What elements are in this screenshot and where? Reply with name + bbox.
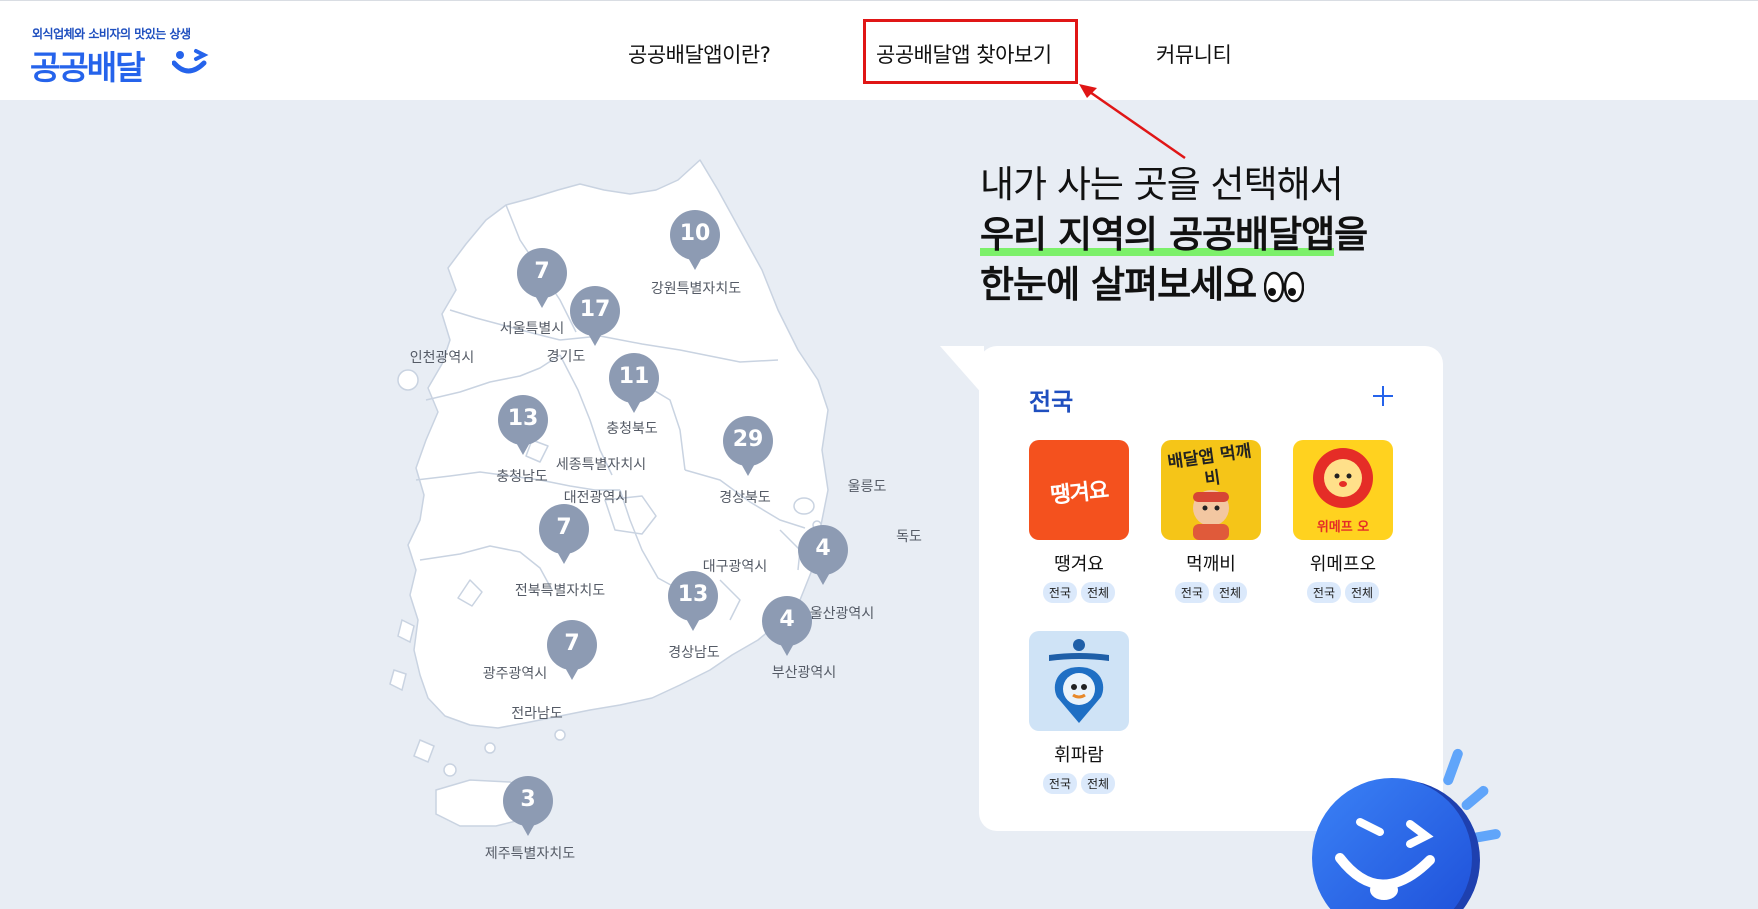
label-jeonnam[interactable]: 전라남도 <box>511 703 563 723</box>
app-tags: 전국 전체 <box>1156 582 1266 603</box>
pin-count: 29 <box>732 427 764 452</box>
headline-line-2: 우리 지역의 공공배달앱을 <box>980 210 1368 260</box>
pin-gwangju[interactable]: 7 <box>546 620 598 682</box>
pin-chungnam[interactable]: 13 <box>497 395 549 457</box>
label-gyeonggi[interactable]: 경기도 <box>547 346 586 366</box>
pin-count: 7 <box>534 259 550 284</box>
app-item-ddangyo[interactable]: 땡겨요 땡겨요 전국 전체 <box>1024 440 1134 603</box>
headline-line-2-suffix: 을 <box>1334 213 1368 256</box>
pin-jeju[interactable]: 3 <box>502 776 554 838</box>
app-name: 먹깨비 <box>1186 554 1236 575</box>
pin-busan[interactable]: 4 <box>761 596 813 658</box>
tag-category: 전체 <box>1345 582 1380 603</box>
plus-icon[interactable] <box>1371 384 1395 408</box>
hwiparam-logo-icon <box>1029 631 1129 731</box>
app-item-hwiparam[interactable]: 휘파람 전국 전체 <box>1024 631 1134 794</box>
headline-line-3-text: 한눈에 살펴보세요 <box>980 263 1257 306</box>
wemepo-logo-icon: 위메프 오 <box>1293 440 1393 540</box>
pin-gyeonggi[interactable]: 17 <box>569 286 621 348</box>
pin-ulsan[interactable]: 4 <box>797 525 849 587</box>
label-chungbuk[interactable]: 충청북도 <box>606 418 658 438</box>
pin-count: 7 <box>564 631 580 656</box>
pin-chungbuk[interactable]: 11 <box>608 353 660 415</box>
label-chungnam[interactable]: 충청남도 <box>496 466 548 486</box>
logo-tagline: 외식업체와 소비자의 맛있는 상생 <box>32 27 191 41</box>
tag-region: 전국 <box>1306 582 1341 603</box>
label-ulleungdo[interactable]: 울릉도 <box>848 476 887 496</box>
smile-icon <box>172 49 209 74</box>
label-dokdo[interactable]: 독도 <box>896 526 922 546</box>
tag-category: 전체 <box>1081 773 1116 794</box>
korea-map: 강원특별자치도 서울특별시 경기도 인천광역시 충청북도 충청남도 세종특별자치… <box>380 150 940 890</box>
pin-count: 3 <box>520 787 536 812</box>
app-tags: 전국 전체 <box>1024 773 1134 794</box>
headline: 내가 사는 곳을 선택해서 우리 지역의 공공배달앱을 한눈에 살펴보세요 <box>980 160 1368 310</box>
tag-region: 전국 <box>1042 582 1077 603</box>
headline-line-1: 내가 사는 곳을 선택해서 <box>980 163 1344 206</box>
pin-count: 13 <box>507 406 539 431</box>
label-sejong[interactable]: 세종특별자치시 <box>556 454 646 474</box>
label-seoul[interactable]: 서울특별시 <box>500 318 564 338</box>
pin-count: 7 <box>556 515 572 540</box>
pin-count: 10 <box>679 221 711 246</box>
logo-name: 공공배달 <box>30 48 145 87</box>
headline-line-3: 한눈에 살펴보세요 <box>980 260 1367 310</box>
card-title: 전국 <box>1029 388 1074 416</box>
app-tags: 전국 전체 <box>1024 582 1134 603</box>
label-jeju[interactable]: 제주특별자치도 <box>485 843 575 863</box>
app-item-wemepo[interactable]: 위메프 오 위메프오 전국 전체 <box>1288 440 1398 603</box>
pin-jeonbuk[interactable]: 7 <box>538 504 590 566</box>
ddangyo-logo-icon: 땡겨요 <box>1029 440 1129 540</box>
app-name: 땡겨요 <box>1054 554 1104 575</box>
winking-mascot-icon <box>1312 748 1501 909</box>
label-busan[interactable]: 부산광역시 <box>772 662 836 682</box>
app-name: 휘파람 <box>1054 745 1104 766</box>
app-name: 위메프오 <box>1309 554 1377 575</box>
eyes-icon <box>1264 271 1305 302</box>
korea-map-shape <box>389 159 829 827</box>
card-pointer <box>940 346 984 396</box>
annotation-arrow <box>1079 84 1186 160</box>
pin-count: 4 <box>779 607 795 632</box>
label-gyeongnam[interactable]: 경상남도 <box>668 642 720 662</box>
nav-about[interactable]: 공공배달앱이란? <box>628 39 771 69</box>
pin-gangwon[interactable]: 10 <box>669 210 721 272</box>
label-gwangju[interactable]: 광주광역시 <box>483 663 547 683</box>
tag-category: 전체 <box>1213 582 1248 603</box>
site-logo[interactable]: 외식업체와 소비자의 맛있는 상생 공공배달 <box>30 23 220 87</box>
site-header: 외식업체와 소비자의 맛있는 상생 공공배달 공공배달앱이란? 공공배달앱 찾아… <box>0 0 1758 100</box>
mukkebi-logo-icon: 배달앱 먹깨비 <box>1161 440 1261 540</box>
pin-seoul[interactable]: 7 <box>516 248 568 310</box>
tag-category: 전체 <box>1081 582 1116 603</box>
wemepo-logo-text: 위메프 오 <box>1316 520 1370 535</box>
tag-region: 전국 <box>1042 773 1077 794</box>
app-item-mukkebi[interactable]: 배달앱 먹깨비 먹깨비 전국 전체 <box>1156 440 1266 603</box>
label-jeonbuk[interactable]: 전북특별자치도 <box>515 580 605 600</box>
ddangyo-logo-text: 땡겨요 <box>1049 478 1110 509</box>
pin-gyeongnam[interactable]: 13 <box>667 571 719 633</box>
headline-highlight: 우리 지역의 공공배달앱 <box>980 210 1335 260</box>
pin-gyeongbuk[interactable]: 29 <box>722 416 774 478</box>
label-ulsan[interactable]: 울산광역시 <box>810 603 874 623</box>
label-incheon[interactable]: 인천광역시 <box>410 347 474 367</box>
label-gangwon[interactable]: 강원특별자치도 <box>651 278 741 298</box>
pin-count: 11 <box>618 364 650 389</box>
pin-count: 17 <box>579 297 611 322</box>
nav-highlight-box <box>863 19 1078 84</box>
tag-region: 전국 <box>1174 582 1209 603</box>
app-tags: 전국 전체 <box>1288 582 1398 603</box>
pin-count: 13 <box>677 582 709 607</box>
pin-count: 4 <box>815 536 831 561</box>
label-gyeongbuk[interactable]: 경상북도 <box>719 487 771 507</box>
nav-community[interactable]: 커뮤니티 <box>1156 39 1232 69</box>
